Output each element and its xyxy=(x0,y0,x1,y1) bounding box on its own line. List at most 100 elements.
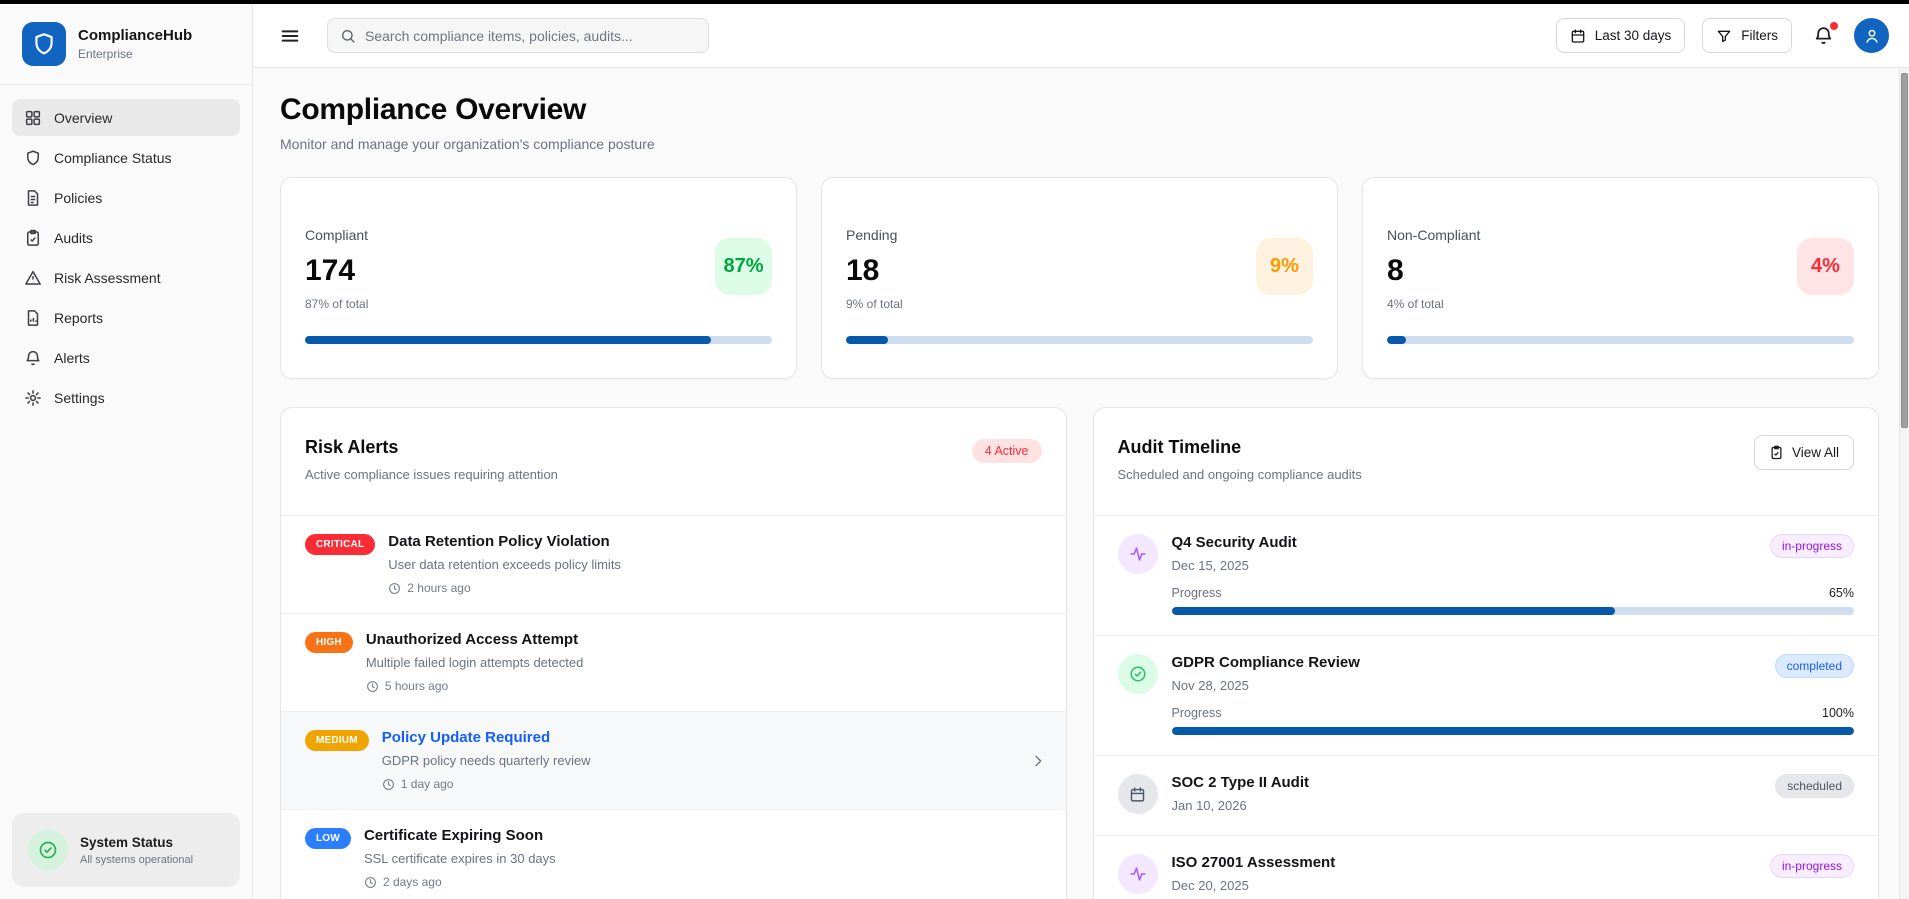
sidebar-item-risk-assessment[interactable]: Risk Assessment xyxy=(12,259,240,296)
clipboard-check-icon xyxy=(24,229,42,247)
activity-icon xyxy=(1117,854,1158,894)
sidebar-item-label: Settings xyxy=(54,389,105,406)
risk-alert-row[interactable]: LOW Certificate Expiring Soon SSL certif… xyxy=(281,810,1066,899)
alert-triangle-icon xyxy=(24,269,42,287)
check-circle-icon xyxy=(28,830,68,870)
audit-row[interactable]: GDPR Compliance Review Nov 28, 2025 comp… xyxy=(1093,636,1878,756)
progress-bar xyxy=(1171,727,1854,735)
clock-icon xyxy=(388,582,401,595)
check-circle-icon xyxy=(1117,654,1158,694)
sidebar-item-alerts[interactable]: Alerts xyxy=(12,339,240,376)
stat-value: 174 xyxy=(305,254,356,287)
page-subtitle: Monitor and manage your organization's c… xyxy=(280,136,655,152)
menu-icon[interactable] xyxy=(279,25,301,47)
sidebar-item-compliance-status[interactable]: Compliance Status xyxy=(12,139,240,176)
progress-bar-fill xyxy=(846,336,889,344)
stat-percentage-badge: 4% xyxy=(1797,238,1854,295)
brand-shield-icon xyxy=(22,22,66,66)
sidebar-item-overview[interactable]: Overview xyxy=(12,99,240,136)
progress-label: Progress xyxy=(1171,706,1222,720)
audit-progress: Progress 65% xyxy=(1171,586,1854,615)
file-text-icon xyxy=(24,189,42,207)
system-status-card: System Status All systems operational xyxy=(12,813,240,887)
audit-date: Dec 15, 2025 xyxy=(1171,558,1249,573)
brand-name: ComplianceHub xyxy=(78,27,193,44)
sidebar-item-label: Reports xyxy=(54,309,104,326)
calendar-icon xyxy=(1570,28,1586,44)
audit-title: GDPR Compliance Review xyxy=(1171,654,1360,671)
audit-status-badge: in-progress xyxy=(1769,534,1854,558)
clock-icon xyxy=(366,680,379,693)
stat-percentage-badge: 9% xyxy=(1256,238,1313,295)
risk-alert-row[interactable]: HIGH Unauthorized Access Attempt Multipl… xyxy=(281,614,1066,712)
sidebar-item-label: Risk Assessment xyxy=(54,269,161,286)
audit-timeline-subtitle: Scheduled and ongoing compliance audits xyxy=(1117,467,1362,482)
clock-icon xyxy=(364,876,377,889)
severity-badge: HIGH xyxy=(305,632,353,653)
audit-title: SOC 2 Type II Audit xyxy=(1171,774,1310,791)
audit-title: ISO 27001 Assessment xyxy=(1171,854,1336,871)
audit-status-badge: scheduled xyxy=(1775,774,1854,798)
page-content: Compliance Overview Monitor and manage y… xyxy=(253,68,1909,899)
progress-bar xyxy=(1171,607,1854,615)
main-area: Last 30 days Filters Compliance Overview… xyxy=(253,4,1909,899)
alert-title: Unauthorized Access Attempt xyxy=(365,631,579,648)
notifications-bell-icon[interactable] xyxy=(1813,21,1838,48)
sidebar-item-reports[interactable]: Reports xyxy=(12,299,240,336)
progress-bar-fill xyxy=(305,336,712,344)
app: ComplianceHub Enterprise Overview Compli… xyxy=(0,4,1909,899)
stat-card-compliant: Compliant 174 87% of total 87% xyxy=(280,177,797,379)
shield-icon xyxy=(24,149,42,167)
risk-alert-row[interactable]: MEDIUM Policy Update Required GDPR polic… xyxy=(281,712,1066,810)
activity-icon xyxy=(1117,534,1158,574)
active-alerts-badge: 4 Active xyxy=(971,439,1042,463)
stat-value: 18 xyxy=(846,254,880,287)
progress-percent: 100% xyxy=(1822,706,1854,720)
sidebar-item-settings[interactable]: Settings xyxy=(12,379,240,416)
sidebar-nav: Overview Compliance Status Policies Audi… xyxy=(0,85,252,419)
progress-bar xyxy=(846,336,1313,344)
alert-title: Certificate Expiring Soon xyxy=(363,827,544,844)
audit-row[interactable]: SOC 2 Type II Audit Jan 10, 2026 schedul… xyxy=(1093,756,1878,836)
sidebar-item-audits[interactable]: Audits xyxy=(12,219,240,256)
view-all-button[interactable]: View All xyxy=(1753,435,1854,470)
search-input[interactable] xyxy=(365,27,696,44)
audit-row[interactable]: Q4 Security Audit Dec 15, 2025 in-progre… xyxy=(1093,516,1878,636)
stat-card-non-compliant: Non-Compliant 8 4% of total 4% xyxy=(1362,177,1879,379)
alert-description: SSL certificate expires in 30 days xyxy=(363,851,556,866)
top-bar: Last 30 days Filters xyxy=(253,4,1909,68)
scrollbar-thumb[interactable] xyxy=(1901,73,1908,428)
risk-alert-row[interactable]: CRITICAL Data Retention Policy Violation… xyxy=(281,516,1066,614)
sidebar-item-label: Alerts xyxy=(54,349,90,366)
stat-subtext: 87% of total xyxy=(305,297,369,311)
stat-label: Non-Compliant xyxy=(1387,227,1481,243)
search-icon xyxy=(340,28,356,44)
brand: ComplianceHub Enterprise xyxy=(0,4,252,85)
risk-alerts-subtitle: Active compliance issues requiring atten… xyxy=(305,467,558,482)
chevron-right-icon xyxy=(1030,753,1046,769)
search-bar[interactable] xyxy=(327,18,709,53)
sidebar-item-policies[interactable]: Policies xyxy=(12,179,240,216)
progress-bar xyxy=(1387,336,1854,344)
stat-percentage-badge: 87% xyxy=(715,238,772,295)
sidebar-item-label: Compliance Status xyxy=(54,149,172,166)
scrollbar[interactable] xyxy=(1899,68,1909,899)
filters-button[interactable]: Filters xyxy=(1702,18,1792,53)
audit-date: Nov 28, 2025 xyxy=(1171,678,1249,693)
severity-badge: MEDIUM xyxy=(305,730,369,751)
risk-alerts-title: Risk Alerts xyxy=(305,437,399,457)
clipboard-icon xyxy=(1769,445,1784,460)
risk-alerts-panel: Risk Alerts Active compliance issues req… xyxy=(280,407,1067,899)
clock-icon xyxy=(382,778,395,791)
user-avatar[interactable] xyxy=(1854,18,1889,53)
date-range-button[interactable]: Last 30 days xyxy=(1555,18,1686,53)
funnel-icon xyxy=(1716,28,1732,44)
alert-timestamp: 1 day ago xyxy=(382,777,591,791)
gear-icon xyxy=(24,389,42,407)
progress-percent: 65% xyxy=(1828,586,1854,600)
stat-subtext: 4% of total xyxy=(1387,297,1444,311)
sidebar-item-label: Policies xyxy=(54,189,103,206)
audit-row[interactable]: ISO 27001 Assessment Dec 20, 2025 in-pro… xyxy=(1094,836,1879,899)
progress-bar xyxy=(305,336,772,344)
file-chart-icon xyxy=(24,309,42,327)
